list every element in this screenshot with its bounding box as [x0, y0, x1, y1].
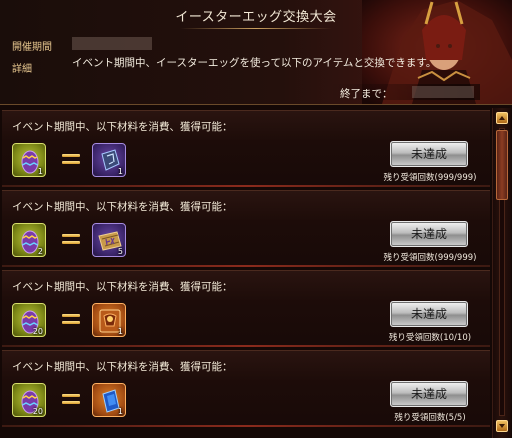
list-scrollbar[interactable]	[492, 108, 511, 438]
exchange-row: イベント期間中、以下材料を消費、獲得可能： 1 1 未達成 残り受領回数(999…	[2, 110, 490, 187]
page-title: イースターエッグ交換大会	[175, 10, 337, 25]
end-countdown-label: 終了まで：	[340, 88, 393, 100]
equals-icon	[62, 314, 80, 326]
arrow-up-icon[interactable]	[496, 112, 508, 124]
exchange-row-title: イベント期間中、以下材料を消費、獲得可能：	[12, 361, 233, 373]
hero-card-icon[interactable]: 1	[92, 303, 126, 337]
period-label: 開催期間	[12, 42, 52, 53]
claim-button[interactable]: 未達成	[390, 381, 468, 407]
claim-button[interactable]: 未達成	[390, 221, 468, 247]
equals-icon	[62, 154, 80, 166]
reward-quantity: 5	[117, 247, 123, 256]
event-header: イースターエッグ交換大会 開催期間 詳細 イベント期間中、イースターエッグを使っ…	[0, 0, 512, 105]
scroll-thumb[interactable]	[496, 130, 508, 200]
arrow-down-icon[interactable]	[496, 420, 508, 432]
remaining-claims: 残り受領回数(5/5)	[394, 413, 466, 423]
exchange-row: イベント期間中、以下材料を消費、獲得可能： 2 5 未達成 残り受領回数(999…	[2, 190, 490, 267]
claim-button[interactable]: 未達成	[390, 301, 468, 327]
detail-label: 詳細	[12, 64, 32, 75]
end-countdown-value-redacted	[412, 86, 474, 98]
exchange-row: イベント期間中、以下材料を消費、獲得可能： 20 1 未達成 残り受領回数(10…	[2, 270, 490, 347]
purple-easter-egg-icon[interactable]: 20	[12, 303, 46, 337]
equals-icon	[62, 394, 80, 406]
exchange-row-title: イベント期間中、以下材料を消費、獲得可能：	[12, 281, 233, 293]
exp-scroll-icon[interactable]: 5	[92, 223, 126, 257]
period-value-redacted	[72, 37, 152, 50]
remaining-claims: 残り受領回数(10/10)	[388, 333, 472, 343]
purple-easter-egg-icon[interactable]: 2	[12, 223, 46, 257]
exchange-row: イベント期間中、以下材料を消費、獲得可能： 20 1 未達成 残り受領回数(5/…	[2, 350, 490, 427]
blue-crystal-card-icon[interactable]: 1	[92, 383, 126, 417]
cost-quantity: 1	[37, 167, 43, 176]
remaining-claims: 残り受領回数(999/999)	[383, 253, 477, 263]
reward-quantity: 1	[117, 327, 123, 336]
reward-quantity: 1	[117, 407, 123, 416]
exchange-list: イベント期間中、以下材料を消費、獲得可能： 1 1 未達成 残り受領回数(999…	[0, 106, 490, 438]
purple-easter-egg-icon[interactable]: 20	[12, 383, 46, 417]
reward-quantity: 1	[117, 167, 123, 176]
title-divider	[180, 28, 332, 29]
exchange-row-title: イベント期間中、以下材料を消費、獲得可能：	[12, 121, 233, 133]
purple-easter-egg-icon[interactable]: 1	[12, 143, 46, 177]
claim-button[interactable]: 未達成	[390, 141, 468, 167]
cost-quantity: 20	[32, 407, 43, 416]
detail-text: イベント期間中、イースターエッグを使って以下のアイテムと交換できます。	[72, 57, 437, 69]
remaining-claims: 残り受領回数(999/999)	[383, 173, 477, 183]
cost-quantity: 2	[37, 247, 43, 256]
rune-stone-icon[interactable]: 1	[92, 143, 126, 177]
exchange-row-title: イベント期間中、以下材料を消費、獲得可能：	[12, 201, 233, 213]
equals-icon	[62, 234, 80, 246]
cost-quantity: 20	[32, 327, 43, 336]
